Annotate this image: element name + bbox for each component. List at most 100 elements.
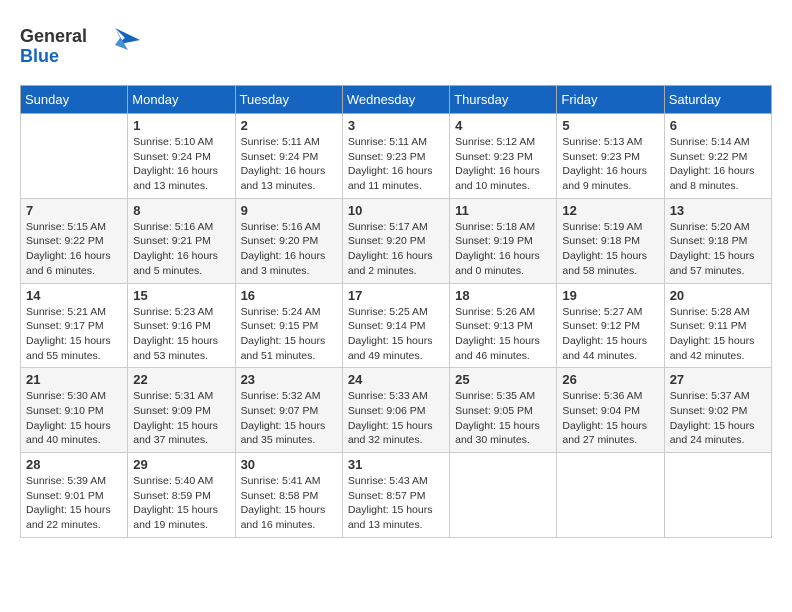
day-number: 22 [133, 372, 229, 387]
calendar-cell: 12 Sunrise: 5:19 AM Sunset: 9:18 PM Dayli… [557, 198, 664, 283]
day-info: Sunrise: 5:23 AM Sunset: 9:16 PM Dayligh… [133, 305, 229, 364]
day-number: 31 [348, 457, 444, 472]
weekday-header: Thursday [450, 86, 557, 114]
day-number: 1 [133, 118, 229, 133]
calendar-cell: 5 Sunrise: 5:13 AM Sunset: 9:23 PM Daylig… [557, 114, 664, 199]
calendar-cell: 13 Sunrise: 5:20 AM Sunset: 9:18 PM Dayli… [664, 198, 771, 283]
day-number: 23 [241, 372, 337, 387]
day-info: Sunrise: 5:31 AM Sunset: 9:09 PM Dayligh… [133, 389, 229, 448]
day-number: 5 [562, 118, 658, 133]
calendar-cell: 8 Sunrise: 5:16 AM Sunset: 9:21 PM Daylig… [128, 198, 235, 283]
calendar-cell: 25 Sunrise: 5:35 AM Sunset: 9:05 PM Dayli… [450, 368, 557, 453]
weekday-header: Sunday [21, 86, 128, 114]
day-number: 18 [455, 288, 551, 303]
day-info: Sunrise: 5:19 AM Sunset: 9:18 PM Dayligh… [562, 220, 658, 279]
page-header: General Blue [20, 20, 772, 75]
calendar-cell: 9Sunrise: 5:16 AM Sunset: 9:20 PM Daylig… [235, 198, 342, 283]
day-number: 27 [670, 372, 766, 387]
day-number: 11 [455, 203, 551, 218]
day-number: 29 [133, 457, 229, 472]
day-info: Sunrise: 5:12 AM Sunset: 9:23 PM Dayligh… [455, 135, 551, 194]
calendar-cell: 15 Sunrise: 5:23 AM Sunset: 9:16 PM Dayli… [128, 283, 235, 368]
calendar-cell: 23 Sunrise: 5:32 AM Sunset: 9:07 PM Dayli… [235, 368, 342, 453]
day-number: 25 [455, 372, 551, 387]
calendar-week-row: 28 Sunrise: 5:39 AM Sunset: 9:01 PM Dayli… [21, 453, 772, 538]
day-number: 15 [133, 288, 229, 303]
day-info: Sunrise: 5:36 AM Sunset: 9:04 PM Dayligh… [562, 389, 658, 448]
day-number: 8 [133, 203, 229, 218]
calendar-cell [664, 453, 771, 538]
calendar-week-row: 14Sunrise: 5:21 AM Sunset: 9:17 PM Dayli… [21, 283, 772, 368]
calendar-header: SundayMondayTuesdayWednesdayThursdayFrid… [21, 86, 772, 114]
calendar-week-row: 1 Sunrise: 5:10 AM Sunset: 9:24 PM Daylig… [21, 114, 772, 199]
day-info: Sunrise: 5:35 AM Sunset: 9:05 PM Dayligh… [455, 389, 551, 448]
day-number: 16 [241, 288, 337, 303]
day-info: Sunrise: 5:32 AM Sunset: 9:07 PM Dayligh… [241, 389, 337, 448]
day-number: 13 [670, 203, 766, 218]
logo: General Blue [20, 20, 140, 75]
calendar-cell: 24 Sunrise: 5:33 AM Sunset: 9:06 PM Dayli… [342, 368, 449, 453]
day-number: 3 [348, 118, 444, 133]
day-info: Sunrise: 5:14 AM Sunset: 9:22 PM Dayligh… [670, 135, 766, 194]
svg-text:General: General [20, 26, 87, 46]
day-number: 2 [241, 118, 337, 133]
calendar-cell: 1 Sunrise: 5:10 AM Sunset: 9:24 PM Daylig… [128, 114, 235, 199]
calendar-table: SundayMondayTuesdayWednesdayThursdayFrid… [20, 85, 772, 538]
calendar-body: 1 Sunrise: 5:10 AM Sunset: 9:24 PM Daylig… [21, 114, 772, 538]
calendar-cell: 21 Sunrise: 5:30 AM Sunset: 9:10 PM Dayli… [21, 368, 128, 453]
day-info: Sunrise: 5:26 AM Sunset: 9:13 PM Dayligh… [455, 305, 551, 364]
calendar-week-row: 21 Sunrise: 5:30 AM Sunset: 9:10 PM Dayli… [21, 368, 772, 453]
day-info: Sunrise: 5:20 AM Sunset: 9:18 PM Dayligh… [670, 220, 766, 279]
day-info: Sunrise: 5:40 AM Sunset: 8:59 PM Dayligh… [133, 474, 229, 533]
calendar-cell: 17 Sunrise: 5:25 AM Sunset: 9:14 PM Dayli… [342, 283, 449, 368]
day-info: Sunrise: 5:30 AM Sunset: 9:10 PM Dayligh… [26, 389, 122, 448]
day-info: Sunrise: 5:13 AM Sunset: 9:23 PM Dayligh… [562, 135, 658, 194]
calendar-cell: 2 Sunrise: 5:11 AM Sunset: 9:24 PM Daylig… [235, 114, 342, 199]
day-number: 12 [562, 203, 658, 218]
day-info: Sunrise: 5:15 AM Sunset: 9:22 PM Dayligh… [26, 220, 122, 279]
calendar-cell [450, 453, 557, 538]
day-number: 6 [670, 118, 766, 133]
weekday-header: Tuesday [235, 86, 342, 114]
calendar-cell: 7 Sunrise: 5:15 AM Sunset: 9:22 PM Daylig… [21, 198, 128, 283]
weekday-header: Saturday [664, 86, 771, 114]
day-number: 17 [348, 288, 444, 303]
day-info: Sunrise: 5:17 AM Sunset: 9:20 PM Dayligh… [348, 220, 444, 279]
calendar-cell: 19Sunrise: 5:27 AM Sunset: 9:12 PM Dayli… [557, 283, 664, 368]
calendar-cell: 28 Sunrise: 5:39 AM Sunset: 9:01 PM Dayli… [21, 453, 128, 538]
calendar-cell: 6 Sunrise: 5:14 AM Sunset: 9:22 PM Daylig… [664, 114, 771, 199]
day-number: 28 [26, 457, 122, 472]
day-number: 21 [26, 372, 122, 387]
day-info: Sunrise: 5:11 AM Sunset: 9:24 PM Dayligh… [241, 135, 337, 194]
day-info: Sunrise: 5:41 AM Sunset: 8:58 PM Dayligh… [241, 474, 337, 533]
day-info: Sunrise: 5:39 AM Sunset: 9:01 PM Dayligh… [26, 474, 122, 533]
day-info: Sunrise: 5:28 AM Sunset: 9:11 PM Dayligh… [670, 305, 766, 364]
day-number: 26 [562, 372, 658, 387]
day-info: Sunrise: 5:16 AM Sunset: 9:21 PM Dayligh… [133, 220, 229, 279]
calendar-cell: 20Sunrise: 5:28 AM Sunset: 9:11 PM Dayli… [664, 283, 771, 368]
weekday-header: Friday [557, 86, 664, 114]
day-info: Sunrise: 5:10 AM Sunset: 9:24 PM Dayligh… [133, 135, 229, 194]
calendar-cell: 26 Sunrise: 5:36 AM Sunset: 9:04 PM Dayli… [557, 368, 664, 453]
logo-text: General Blue [20, 20, 140, 75]
calendar-cell [21, 114, 128, 199]
calendar-cell: 22 Sunrise: 5:31 AM Sunset: 9:09 PM Dayli… [128, 368, 235, 453]
calendar-cell: 4Sunrise: 5:12 AM Sunset: 9:23 PM Daylig… [450, 114, 557, 199]
weekday-row: SundayMondayTuesdayWednesdayThursdayFrid… [21, 86, 772, 114]
day-info: Sunrise: 5:16 AM Sunset: 9:20 PM Dayligh… [241, 220, 337, 279]
day-info: Sunrise: 5:25 AM Sunset: 9:14 PM Dayligh… [348, 305, 444, 364]
day-number: 7 [26, 203, 122, 218]
day-info: Sunrise: 5:24 AM Sunset: 9:15 PM Dayligh… [241, 305, 337, 364]
calendar-cell: 14Sunrise: 5:21 AM Sunset: 9:17 PM Dayli… [21, 283, 128, 368]
calendar-cell [557, 453, 664, 538]
day-info: Sunrise: 5:18 AM Sunset: 9:19 PM Dayligh… [455, 220, 551, 279]
calendar-cell: 29 Sunrise: 5:40 AM Sunset: 8:59 PM Dayli… [128, 453, 235, 538]
day-info: Sunrise: 5:33 AM Sunset: 9:06 PM Dayligh… [348, 389, 444, 448]
day-number: 19 [562, 288, 658, 303]
calendar-week-row: 7 Sunrise: 5:15 AM Sunset: 9:22 PM Daylig… [21, 198, 772, 283]
day-number: 10 [348, 203, 444, 218]
weekday-header: Wednesday [342, 86, 449, 114]
calendar-cell: 31 Sunrise: 5:43 AM Sunset: 8:57 PM Dayli… [342, 453, 449, 538]
day-info: Sunrise: 5:43 AM Sunset: 8:57 PM Dayligh… [348, 474, 444, 533]
day-number: 24 [348, 372, 444, 387]
